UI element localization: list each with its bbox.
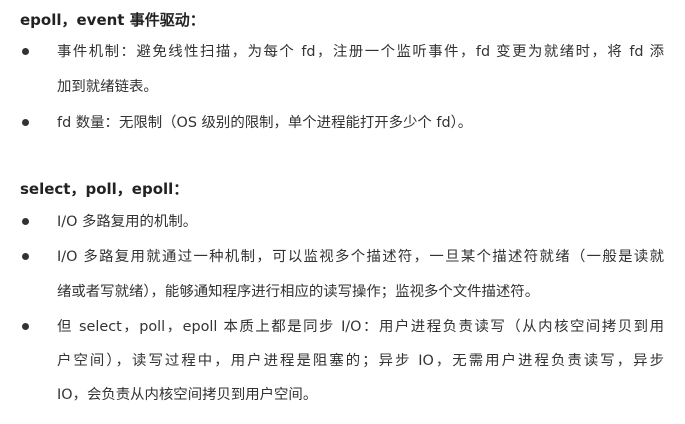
list-item-line: 绪或者写就绪），能够通知程序进行相应的读写操作；监视多个文件描述符。 <box>57 284 540 300</box>
list-item-line: 但 select，poll，epoll 本质上都是同步 I/O：用户进程负责读写… <box>57 319 664 335</box>
list-item-line: 加到就绪链表。 <box>57 79 158 95</box>
list-item-line: IO，会负责从内核空间拷贝到用户空间。 <box>57 387 318 403</box>
list-item-line: 事件机制：避免线性扫描，为每个 fd，注册一个监听事件，fd 变更为就绪时，将 … <box>57 44 664 60</box>
list-item-line: I/O 多路复用的机制。 <box>57 214 198 230</box>
list-item-line: fd 数量：无限制（OS 级别的限制，单个进程能打开多少个 fd）。 <box>57 115 473 131</box>
section-heading-select-poll-epoll: select，poll，epoll： <box>20 180 189 198</box>
bullet-dot <box>22 48 29 55</box>
bullet-dot <box>22 119 29 126</box>
list-item-line: 户空间），读写过程中，用户进程是阻塞的；异步 IO，无需用户进程负责读写，异步 <box>57 353 664 369</box>
document-body: epoll，event 事件驱动： 事件机制：避免线性扫描，为每个 fd，注册一… <box>0 0 685 424</box>
list-item-line: I/O 多路复用就通过一种机制，可以监视多个描述符，一旦某个描述符就绪（一般是读… <box>57 249 664 265</box>
section-heading-epoll: epoll，event 事件驱动： <box>20 11 205 29</box>
bullet-dot <box>22 253 29 260</box>
bullet-dot <box>22 218 29 225</box>
bullet-dot <box>22 323 29 330</box>
